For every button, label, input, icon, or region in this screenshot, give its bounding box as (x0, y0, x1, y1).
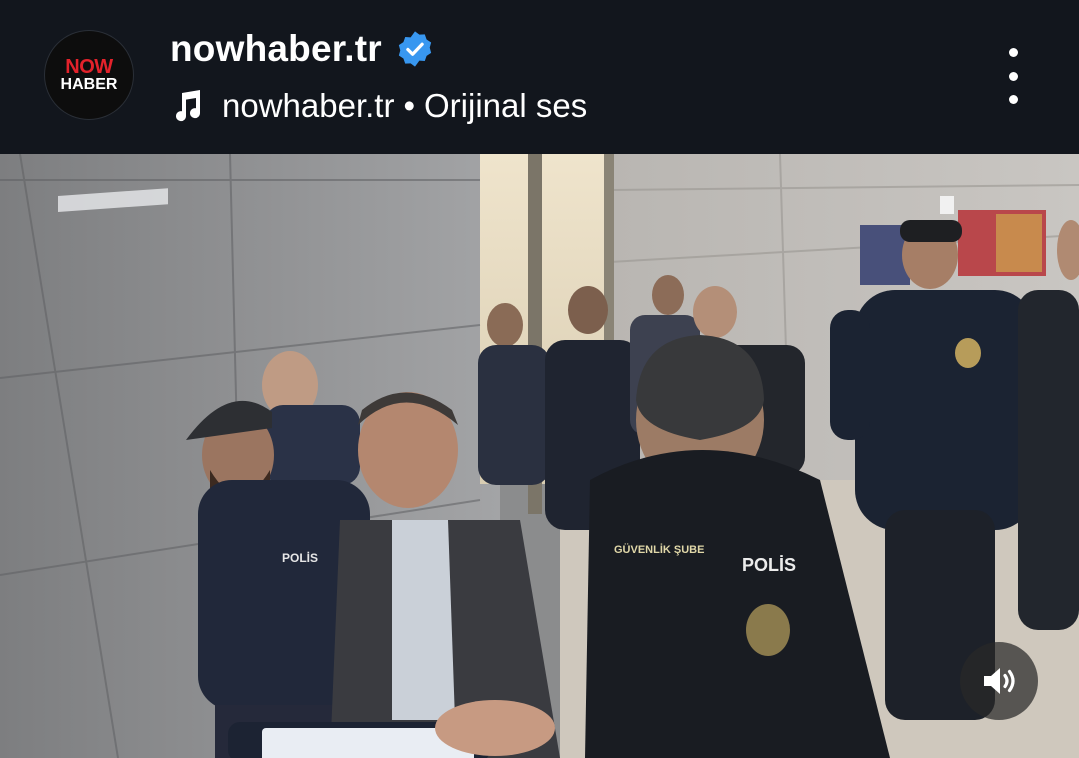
audio-attribution[interactable]: nowhaber.tr • Orijinal ses (170, 84, 587, 128)
music-note-icon (176, 90, 201, 122)
username-row: nowhaber.tr (170, 26, 434, 72)
sound-toggle-button[interactable] (960, 642, 1038, 720)
audio-artist: nowhaber.tr (222, 87, 395, 124)
avatar-logo-line2: HABER (60, 75, 118, 93)
audio-track-title: Orijinal ses (424, 87, 588, 124)
audio-separator: • (403, 87, 416, 124)
more-dot (1008, 48, 1018, 57)
account-name-link[interactable]: nowhaber.tr (170, 28, 382, 70)
post-header: NOW HABER nowhaber.tr nowhaber.tr • Orij… (0, 0, 1079, 154)
account-avatar[interactable]: NOW HABER (45, 31, 133, 119)
avatar-logo-line1: NOW (65, 55, 113, 78)
more-options-button[interactable] (993, 48, 1033, 104)
verified-badge-icon (398, 31, 432, 67)
vest-text-left: POLİS (282, 550, 318, 565)
volume-icon (984, 668, 1015, 694)
more-dot (1008, 71, 1018, 81)
vest-badge-text: GÜVENLİK ŞUBE (614, 543, 704, 556)
more-dot (1008, 95, 1018, 104)
video-player[interactable]: POLİS GÜVENLİK ŞUBE POLİS (0, 154, 1079, 758)
video-frame: POLİS GÜVENLİK ŞUBE POLİS (0, 154, 1079, 758)
vest-text-right: POLİS (742, 555, 796, 575)
